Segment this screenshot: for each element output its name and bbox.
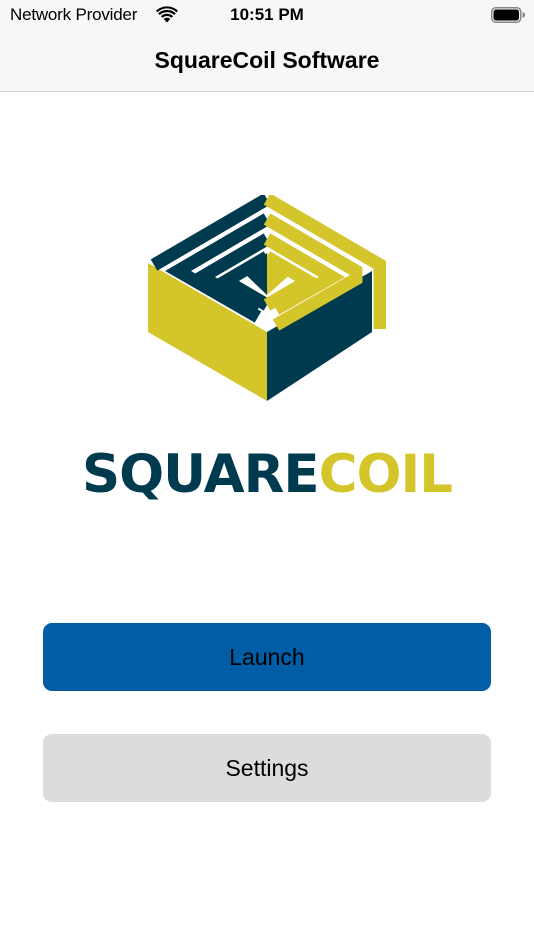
battery-full-icon [491, 7, 525, 23]
status-bar: Network Provider 10:51 PM [0, 0, 534, 30]
squarecoil-wordmark: SQUARECOIL [66, 445, 468, 505]
app-screen: Network Provider 10:51 PM SquareCoil Sof… [0, 0, 534, 950]
wordmark-square: SQUARE [81, 444, 320, 505]
page-title: SquareCoil Software [154, 47, 380, 73]
wordmark-coil: COIL [318, 444, 453, 505]
squarecoil-logo-icon [148, 195, 386, 401]
status-time: 10:51 PM [230, 5, 304, 24]
launch-button[interactable]: Launch [43, 623, 491, 691]
navigation-bar: SquareCoil Software [0, 30, 534, 92]
settings-button[interactable]: Settings [43, 734, 491, 802]
